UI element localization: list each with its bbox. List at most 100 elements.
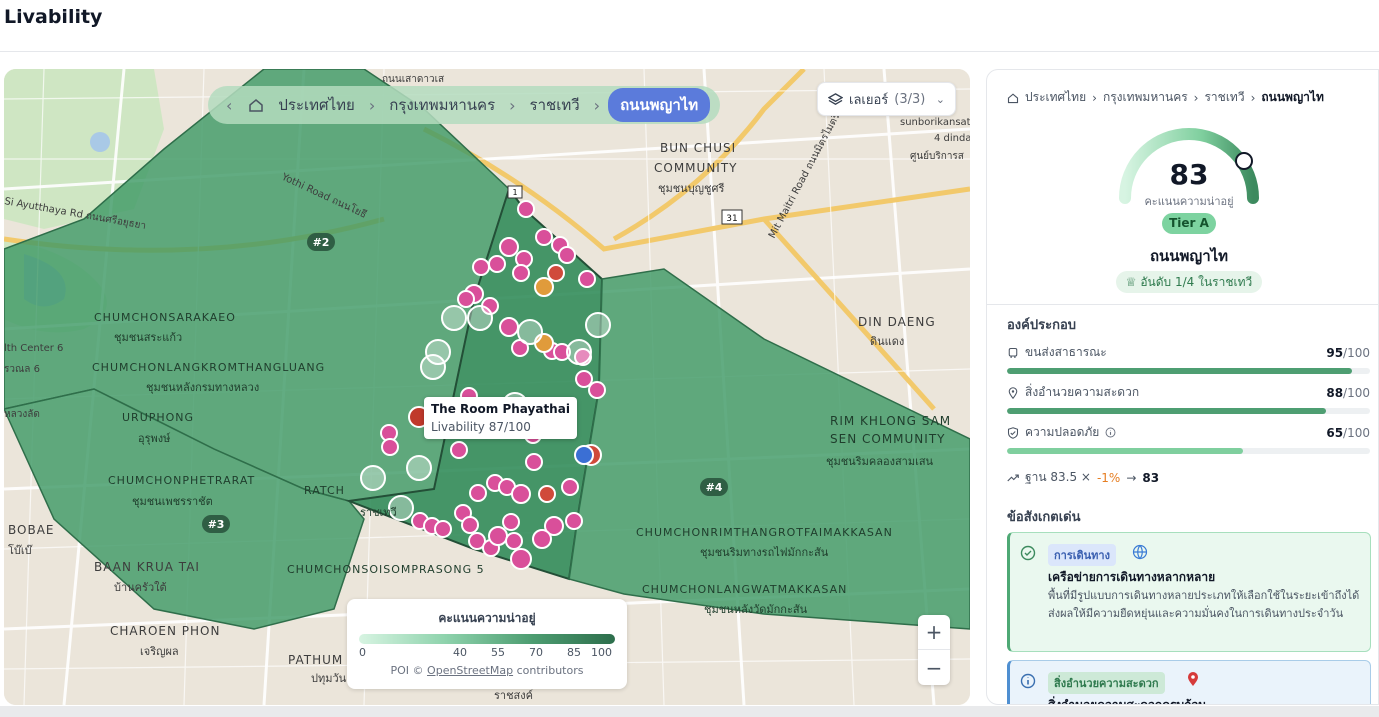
map-label: ชุมชนเพชรราชัต [132, 495, 213, 508]
formula-base: ฐาน 83.5 × [1025, 470, 1091, 484]
chevron-right-icon: › [1193, 90, 1199, 105]
breadcrumb-district[interactable]: ราชเทวี [524, 93, 586, 117]
chevron-right-icon: › [509, 95, 516, 115]
attribution-prefix: POI © [390, 664, 424, 677]
observation-card[interactable]: การเดินทาง เครือข่ายการเดินทางหลากหลาย พ… [1007, 532, 1371, 652]
panel-breadcrumb-current: ถนนพญาไท [1261, 90, 1324, 104]
app-title: Livability [4, 6, 103, 28]
component-value: 88/100 [1326, 385, 1370, 400]
map-label: RATCH [304, 484, 345, 497]
map-label: ชุมชนหลังกรมทางหลวง [146, 381, 259, 394]
home-icon[interactable] [248, 97, 264, 113]
legend-tick: 70 [529, 646, 543, 659]
map-label: RIM KHLONG SAM [830, 414, 951, 428]
chevron-down-icon: ⌄ [935, 92, 945, 106]
road-shield-31: 31 [721, 209, 743, 225]
svg-text:#2: #2 [313, 236, 330, 249]
svg-text:#3: #3 [208, 518, 225, 531]
breadcrumb-current[interactable]: ถนนพญาไท [608, 88, 711, 122]
zone-tag-4[interactable]: #4 [700, 478, 728, 496]
map-label: CHAROEN PHON [110, 624, 220, 638]
panel-breadcrumb: ประเทศไทย › กรุงเทพมหานคร › ราชเทวี › ถน… [1007, 88, 1324, 107]
observation-card[interactable]: สิ่งอำนวยความสะดวก สิ่งอำนวยความสะดวกครบ… [1007, 660, 1371, 705]
map-label: ศูนย์บริการส [910, 150, 964, 162]
component-bar [1007, 368, 1352, 374]
map-label: หลวงลัด [4, 409, 40, 420]
rank-text: อันดับ 1/4 ในราชเทวี [1140, 275, 1253, 289]
map-label: URUPHONG [122, 411, 194, 424]
map-label: 4 dinda [934, 133, 970, 144]
component-value: 95/100 [1326, 345, 1370, 360]
map-label: อุรุพงษ์ [138, 432, 171, 445]
road-shield-1: 1 [507, 185, 523, 199]
component-value: 65/100 [1326, 425, 1370, 440]
observation-tag: สิ่งอำนวยความสะดวก [1048, 672, 1165, 694]
zoom-out-button[interactable]: − [918, 650, 950, 685]
panel-breadcrumb-item[interactable]: ราชเทวี [1204, 88, 1244, 107]
component-amenities: สิ่งอำนวยความสะดวก 88/100 [1007, 383, 1370, 414]
check-circle-icon [1020, 545, 1036, 561]
map-label: lth Center 6 [4, 343, 63, 354]
map-label: ราชสงค์ [494, 689, 533, 702]
breadcrumb-province[interactable]: กรุงเทพมหานคร [383, 93, 501, 117]
map-label: เจริญผล [140, 645, 179, 658]
app-header: Livability [0, 0, 1379, 52]
zoom-in-button[interactable]: + [918, 615, 950, 650]
svg-text:31: 31 [726, 214, 737, 224]
observation-title: เครือข่ายการเดินทางหลากหลาย [1048, 570, 1216, 584]
tooltip-title: The Room Phayathai [431, 402, 570, 416]
component-safety: ความปลอดภัย 65/100 [1007, 423, 1370, 454]
map-label: ชุมชนริมคลองสามเสน [826, 455, 934, 468]
map-label: BUN CHUSI [660, 141, 736, 155]
map-label: บ้านครัวใต้ [114, 581, 167, 594]
legend-tick: 100 [591, 646, 612, 659]
score-formula: ฐาน 83.5 × -1% → 83 [1007, 468, 1159, 487]
components-title: องค์ประกอบ [1007, 318, 1076, 333]
osm-link[interactable]: OpenStreetMap [427, 664, 513, 677]
globe-icon [1132, 544, 1148, 560]
observation-title: สิ่งอำนวยความสะดวกครบถ้วน [1048, 698, 1207, 705]
legend-tick: 55 [491, 646, 505, 659]
map-label: CHUMCHONSARAKAEO [94, 311, 236, 324]
panel-breadcrumb-item[interactable]: ประเทศไทย [1025, 88, 1086, 107]
layers-icon [828, 92, 843, 105]
component-bar [1007, 408, 1327, 414]
map-label: ชุมชนสระแก้ว [114, 331, 182, 344]
bottom-strip [0, 706, 1379, 717]
zone-tag-2[interactable]: #2 [307, 233, 335, 251]
map-label: รวณล 6 [4, 364, 40, 375]
pin-icon [1008, 386, 1018, 399]
map-label: CHUMCHONPHETRARAT [108, 474, 255, 487]
map-label: BOBAE [8, 523, 55, 537]
formula-result: 83 [1142, 470, 1160, 485]
map-label: โบ๊เบ๊ [8, 543, 33, 557]
layers-label: เลเยอร์ [849, 92, 889, 108]
map-label: COMMUNITY [654, 161, 738, 175]
home-icon[interactable] [1007, 92, 1019, 104]
panel-breadcrumb-item[interactable]: กรุงเทพมหานคร [1103, 88, 1188, 107]
info-icon[interactable] [1105, 427, 1116, 438]
legend-gradient [359, 634, 615, 644]
chevron-left-icon[interactable]: ‹ [218, 96, 240, 115]
breadcrumb-country[interactable]: ประเทศไทย [272, 93, 360, 117]
shield-icon [1007, 426, 1019, 439]
formula-arrow: → [1126, 470, 1137, 485]
map-label: ถนนเสาดาวเส [382, 74, 444, 85]
bus-icon [1008, 347, 1018, 358]
legend-tick: 40 [453, 646, 467, 659]
attribution: POI © OpenStreetMap contributors [359, 664, 615, 677]
map-panel[interactable]: #2 #3 #4 BUN CHUSI COMMUNITY ชุมชนบุญชูศ… [4, 69, 970, 705]
svg-text:1: 1 [512, 188, 517, 197]
map-label: ปทุมวัน [311, 672, 347, 685]
map-label: DIN DAENG [858, 315, 936, 329]
map-label: ราชเทวี [360, 506, 397, 519]
layers-dropdown[interactable]: เลเยอร์ (3/3) ⌄ [817, 82, 956, 116]
component-name: ความปลอดภัย [1025, 425, 1100, 439]
trophy-icon: ♕ [1125, 275, 1137, 289]
map-label: ดินแดง [870, 335, 904, 348]
pin-icon [1188, 672, 1198, 686]
zone-tag-3[interactable]: #3 [202, 515, 230, 533]
map-label: CHUMCHONLANGKROMTHANGLUANG [92, 361, 325, 374]
legend-ticks: 0 40 55 70 85 100 [359, 646, 615, 660]
chevron-right-icon: › [368, 95, 376, 115]
